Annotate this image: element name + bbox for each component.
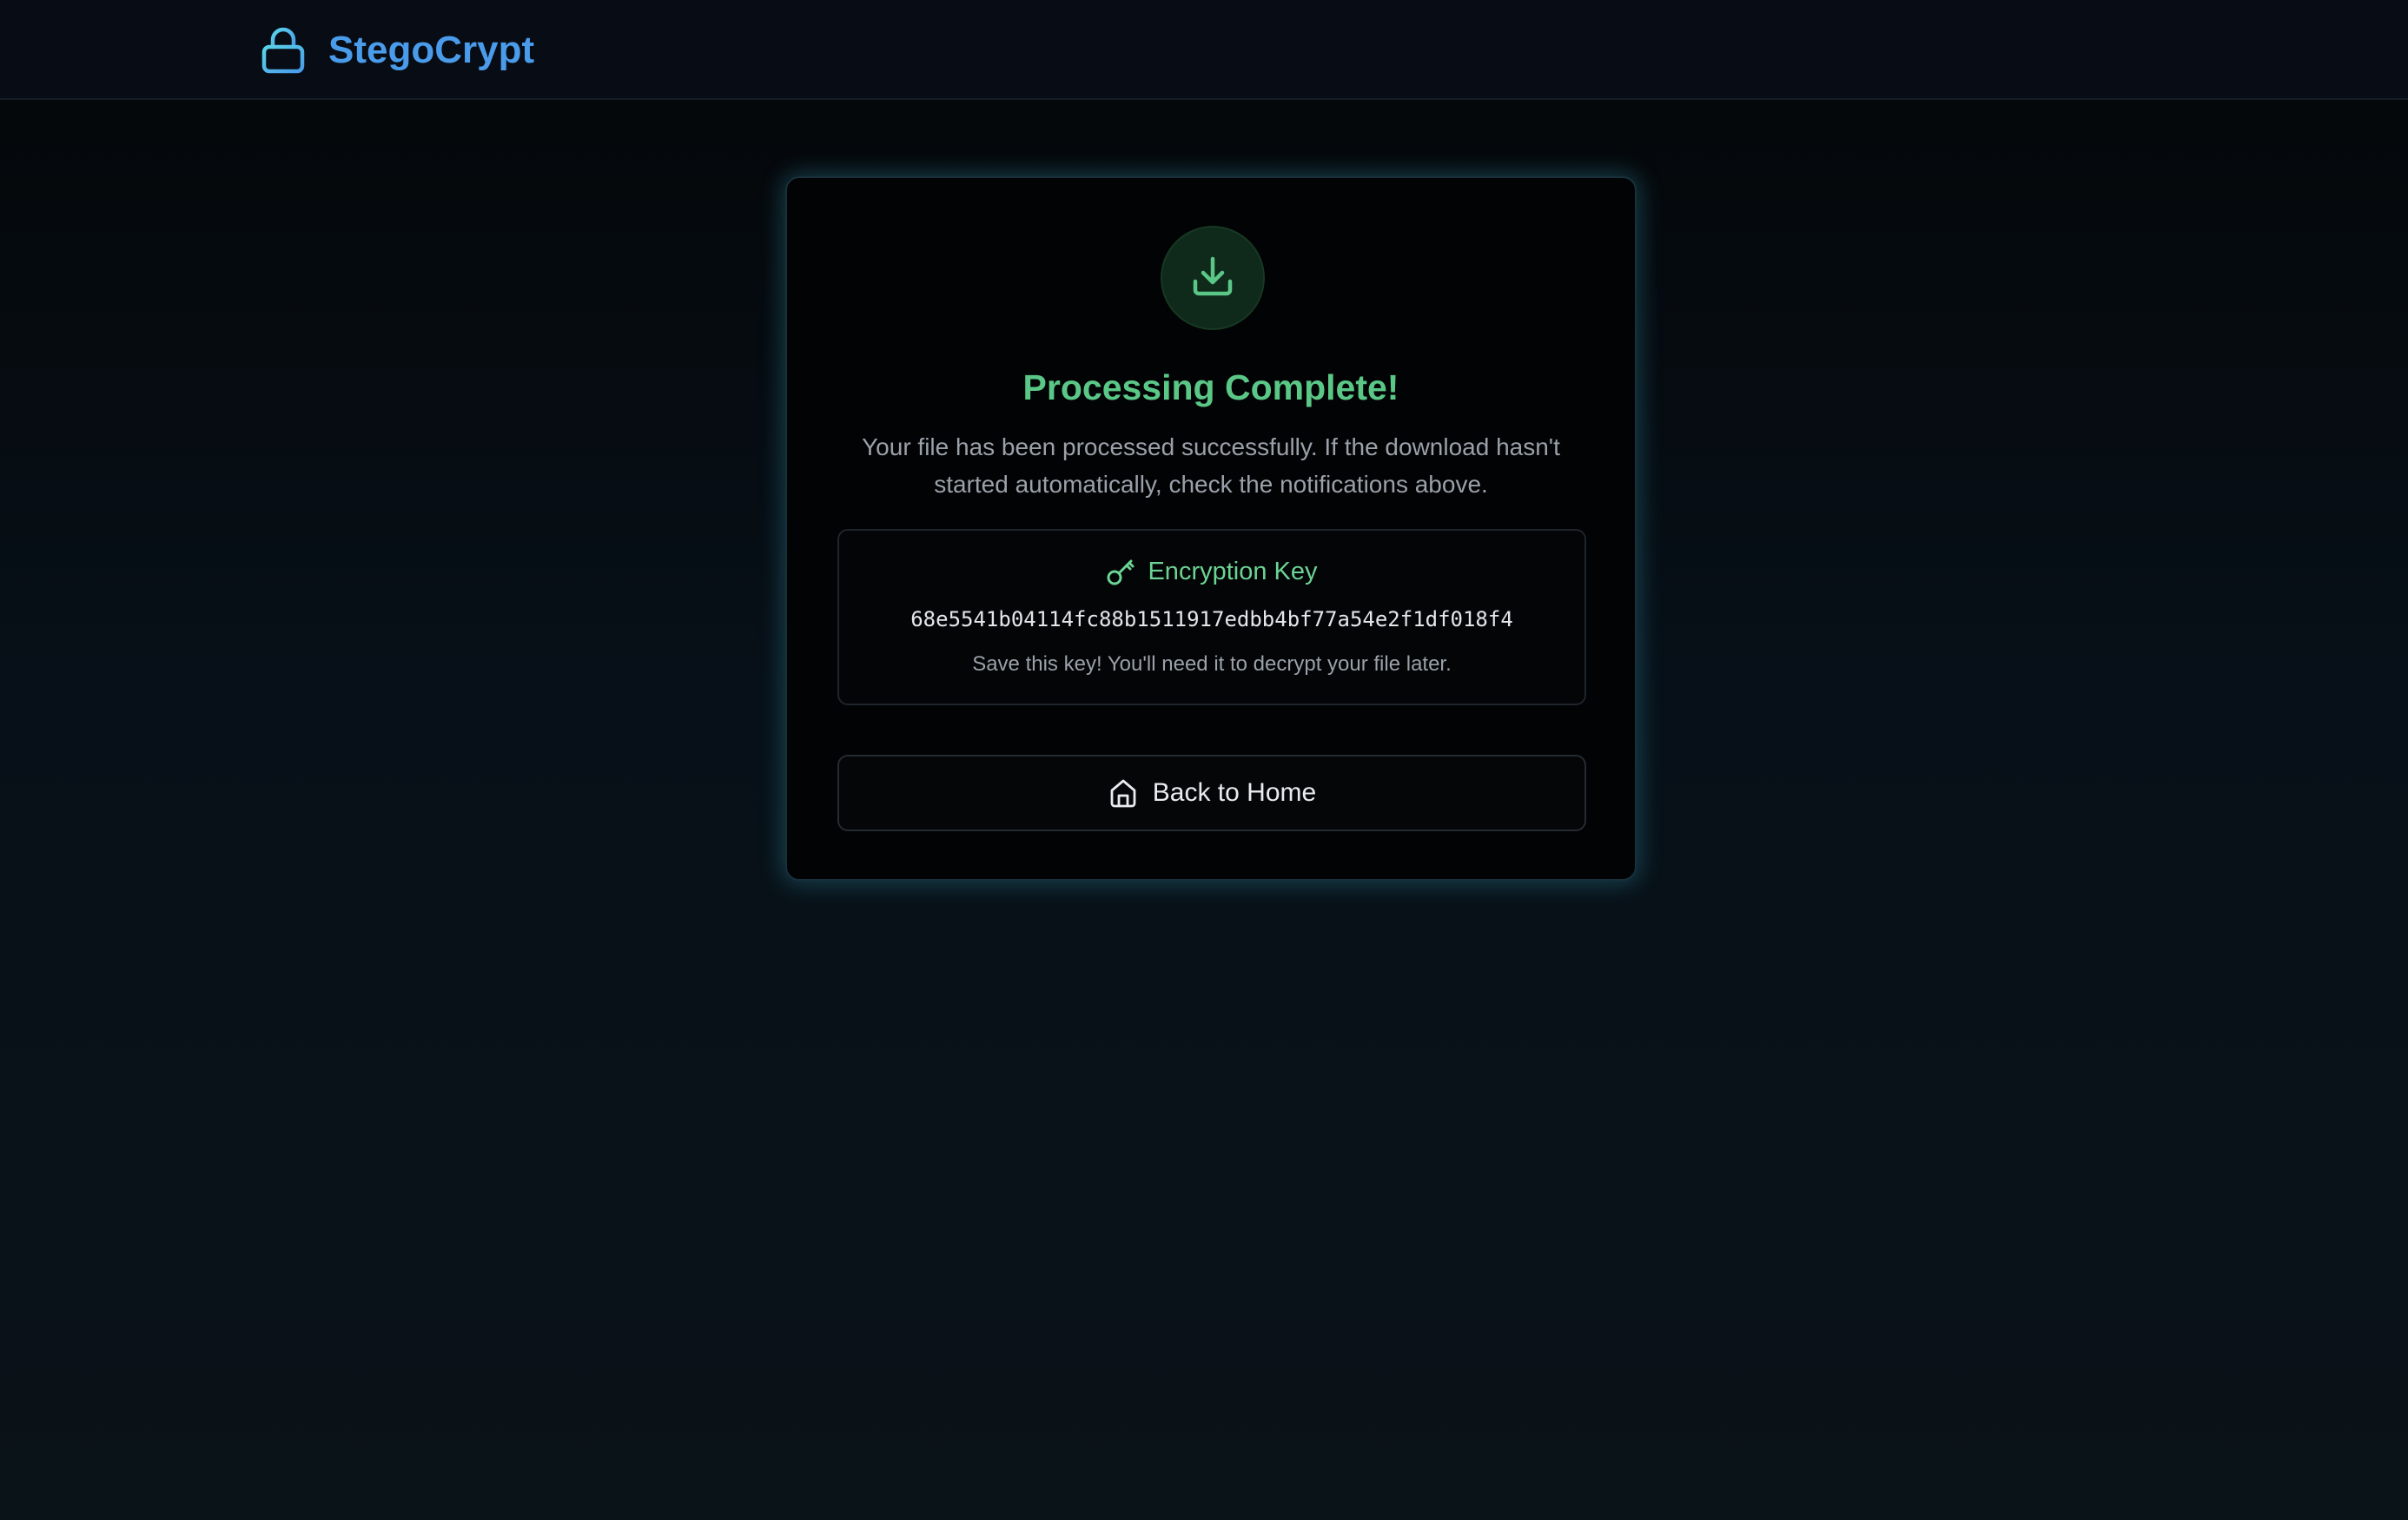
back-to-home-button[interactable]: Back to Home	[837, 755, 1586, 831]
brand-name: StegoCrypt	[328, 29, 535, 71]
home-icon	[1108, 777, 1139, 809]
encryption-key-panel: Encryption Key 68e5541b04114fc88b1511917…	[837, 529, 1586, 705]
page-title: Processing Complete!	[1022, 367, 1399, 407]
key-icon	[1106, 557, 1135, 586]
back-to-home-label: Back to Home	[1152, 778, 1317, 807]
top-navbar: StegoCrypt	[0, 0, 2408, 100]
brand-logo[interactable]: StegoCrypt	[261, 24, 534, 76]
download-icon	[1188, 252, 1237, 305]
encryption-key-note: Save this key! You'll need it to decrypt…	[972, 652, 1452, 676]
encryption-key-header: Encryption Key	[839, 557, 1584, 586]
lock-icon	[261, 24, 311, 76]
status-message: Your file has been processed successfull…	[862, 433, 1560, 498]
encryption-key-value[interactable]: 68e5541b04114fc88b1511917edbb4bf77a54e2f…	[839, 607, 1584, 631]
result-card: Processing Complete! Your file has been …	[785, 176, 1637, 881]
encryption-key-label: Encryption Key	[1148, 557, 1318, 585]
status-badge	[1161, 226, 1265, 330]
